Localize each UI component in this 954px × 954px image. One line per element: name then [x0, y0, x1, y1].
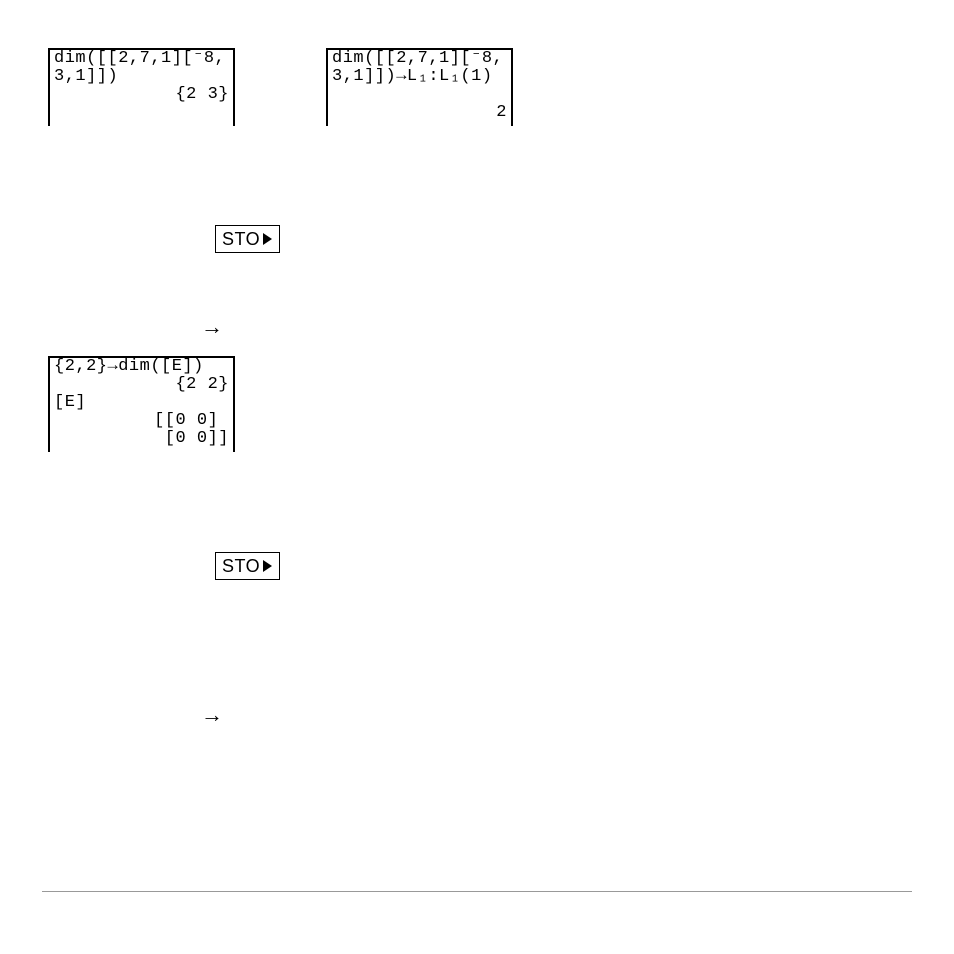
arrow-right-icon [261, 559, 273, 573]
sto-key-label: STO [222, 556, 260, 577]
divider [42, 891, 912, 892]
calc-screen-1: dim([[2,7,1][⁻8, 3,1]]) {2 3} [48, 48, 235, 126]
arrow-right-icon [261, 232, 273, 246]
calc3-line1: {2,2}→dim([E]) [54, 358, 229, 376]
calc-screen-2: dim([[2,7,1][⁻8, 3,1]])→L₁:L₁(1) 2 [326, 48, 513, 126]
calc1-line2: 3,1]]) [54, 68, 229, 86]
calc3-result2: [[0 0] [54, 412, 229, 430]
calc1-result: {2 3} [54, 86, 229, 104]
calc2-line1: dim([[2,7,1][⁻8, [332, 50, 507, 68]
calc3-result1: {2 2} [54, 376, 229, 394]
calc2-line2: 3,1]])→L₁:L₁(1) [332, 68, 507, 86]
calc2-spacer [332, 86, 507, 104]
sto-key: STO [215, 552, 280, 580]
calc3-line2: [E] [54, 394, 229, 412]
sto-key: STO [215, 225, 280, 253]
arrow-right-glyph: → [201, 702, 223, 728]
calc1-line1: dim([[2,7,1][⁻8, [54, 50, 229, 68]
calc2-result: 2 [332, 104, 507, 122]
calc-screen-3: {2,2}→dim([E]) {2 2} [E] [[0 0] [0 0]] [48, 356, 235, 452]
sto-key-label: STO [222, 229, 260, 250]
arrow-right-glyph: → [201, 314, 223, 340]
calc3-result3: [0 0]] [54, 430, 229, 448]
